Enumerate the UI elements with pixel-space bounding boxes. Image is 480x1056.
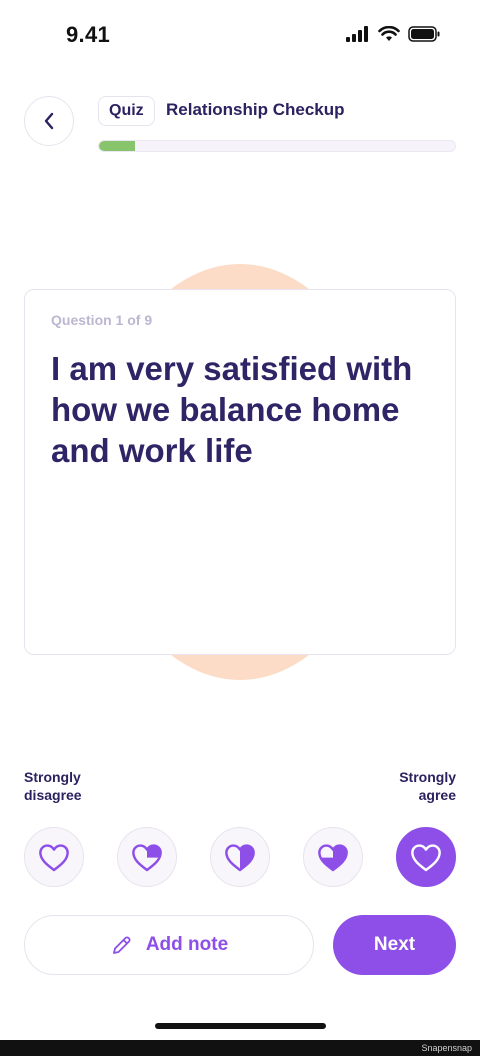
scale-label-disagree-line1: Strongly: [24, 769, 81, 785]
rating-option-2[interactable]: [117, 827, 177, 887]
heart-quarter-icon: [132, 844, 162, 872]
rating-option-5[interactable]: [396, 827, 456, 887]
progress-bar: [98, 140, 456, 152]
scale-label-agree: Strongly agree: [399, 768, 456, 804]
scale-label-disagree: Strongly disagree: [24, 768, 82, 804]
add-note-button[interactable]: Add note: [24, 915, 314, 975]
back-button[interactable]: [24, 96, 74, 146]
next-button[interactable]: Next: [333, 915, 456, 975]
home-indicator: [155, 1023, 326, 1029]
scale-label-disagree-line2: disagree: [24, 787, 82, 803]
rating-option-4[interactable]: [303, 827, 363, 887]
signal-icon: [346, 26, 368, 42]
chevron-left-icon: [44, 112, 54, 130]
watermark-bar: Snapensnap: [0, 1040, 480, 1056]
quiz-title: Relationship Checkup: [166, 100, 345, 119]
question-counter: Question 1 of 9: [51, 312, 153, 328]
status-bar: 9.41: [0, 0, 480, 72]
rating-option-3[interactable]: [210, 827, 270, 887]
heart-empty-icon: [39, 844, 69, 872]
quiz-tag: Quiz: [98, 96, 155, 126]
heart-full-icon: [411, 844, 441, 872]
scale-label-agree-line1: Strongly: [399, 769, 456, 785]
status-icons: [346, 26, 440, 42]
question-text: I am very satisfied with how we balance …: [51, 350, 413, 469]
wifi-icon: [378, 26, 400, 41]
battery-icon: [408, 26, 440, 42]
rating-option-1[interactable]: [24, 827, 84, 887]
scale-label-agree-line2: agree: [418, 787, 456, 803]
pencil-icon: [112, 936, 131, 954]
progress-fill: [99, 141, 135, 151]
next-label: Next: [373, 934, 416, 955]
heart-three-quarter-icon: [318, 844, 348, 872]
status-time: 9.41: [66, 22, 111, 47]
add-note-label: Add note: [145, 934, 229, 955]
rating-scale: [24, 827, 456, 887]
heart-half-icon: [225, 844, 255, 872]
question-card: Question 1 of 9 I am very satisfied with…: [24, 289, 456, 655]
watermark-text: Snapensnap: [421, 1043, 472, 1053]
